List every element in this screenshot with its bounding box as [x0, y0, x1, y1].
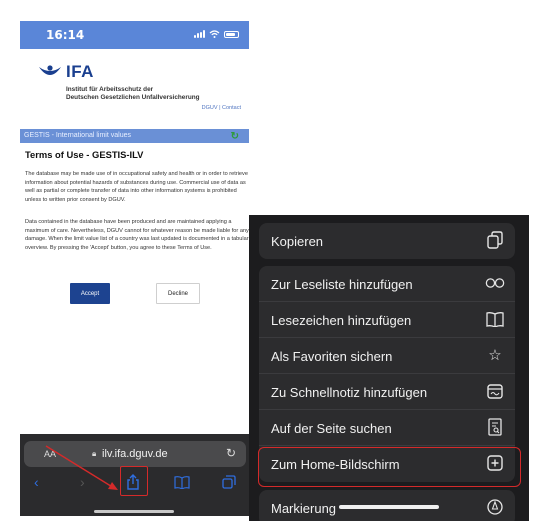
- gestis-bar-title: GESTIS - International limit values: [24, 132, 131, 139]
- menu-item-seite-suchen[interactable]: Auf der Seite suchen: [259, 410, 515, 446]
- status-icons: [194, 30, 239, 38]
- find-on-page-icon: [485, 417, 505, 437]
- menu-item-schnellnotiz[interactable]: Zu Schnellnotiz hinzufügen: [259, 374, 515, 410]
- ifa-header: IFA Institut für Arbeitsschutz der Deuts…: [20, 49, 249, 129]
- tabs-icon[interactable]: [222, 475, 236, 489]
- menu-item-kopieren[interactable]: Kopieren: [259, 223, 515, 259]
- decline-button[interactable]: Decline: [156, 283, 200, 304]
- ifa-brand: IFA: [66, 62, 94, 81]
- glasses-icon: [485, 273, 505, 293]
- terms-title: Terms of Use - GESTIS-ILV: [25, 149, 144, 160]
- reader-aa-button[interactable]: AA: [44, 449, 56, 459]
- signal-icon: [194, 30, 205, 38]
- menu-item-label: Als Favoriten sichern: [271, 349, 393, 364]
- forward-icon[interactable]: ›: [80, 474, 85, 490]
- menu-item-label: Lesezeichen hinzufügen: [271, 313, 412, 328]
- menu-item-label: Kopieren: [271, 234, 324, 249]
- address-bar[interactable]: AA 🔒︎ ilv.ifa.dguv.de ↻: [24, 441, 246, 467]
- menu-item-label: Zur Leseliste hinzufügen: [271, 277, 413, 292]
- share-group-copy: Kopieren: [259, 223, 515, 259]
- menu-item-label: Auf der Seite suchen: [271, 421, 392, 436]
- ifa-logo-icon: [39, 65, 61, 75]
- menu-item-leseliste[interactable]: Zur Leseliste hinzufügen: [259, 266, 515, 302]
- menu-item-lesezeichen[interactable]: Lesezeichen hinzufügen: [259, 302, 515, 338]
- star-icon: ☆: [488, 347, 502, 364]
- battery-icon: [224, 30, 239, 38]
- back-icon[interactable]: ‹: [34, 474, 39, 490]
- status-bar: 16:14: [20, 21, 249, 49]
- copy-icon: [485, 230, 505, 250]
- url-text: ilv.ifa.dguv.de: [102, 448, 168, 460]
- institute-line-2: Deutschen Gesetzlichen Unfallversicherun…: [66, 94, 200, 101]
- share-button-highlight: [120, 466, 148, 496]
- gestis-bar: GESTIS - International limit values ↻: [20, 129, 249, 143]
- refresh-icon[interactable]: ↻: [231, 131, 239, 142]
- book-icon: [485, 309, 505, 329]
- header-links[interactable]: DGUV | Contact: [202, 105, 241, 111]
- menu-item-label: Zu Schnellnotiz hinzufügen: [271, 385, 428, 400]
- home-indicator: [94, 510, 174, 513]
- left-phone-screen: 16:14 IFA Institut für Arbeitsschutz der…: [20, 21, 249, 516]
- bookmarks-icon[interactable]: [174, 476, 190, 489]
- reload-icon[interactable]: ↻: [226, 446, 236, 460]
- menu-item-favoriten[interactable]: Als Favoriten sichern ☆: [259, 338, 515, 374]
- menu-item-label: Markierung: [271, 501, 337, 516]
- accept-button[interactable]: Accept: [70, 283, 110, 304]
- status-time: 16:14: [46, 28, 85, 42]
- terms-paragraph-2: Data contained in the database have been…: [25, 219, 249, 251]
- quick-note-icon: [485, 381, 505, 401]
- wifi-icon: [209, 30, 220, 38]
- home-indicator: [339, 505, 439, 509]
- institute-line-1: Institut für Arbeitsschutz der: [66, 86, 154, 93]
- terms-paragraph-1: The database may be made use of in occup…: [25, 171, 248, 203]
- lock-icon: 🔒︎: [92, 449, 97, 458]
- home-screen-highlight: [258, 447, 521, 487]
- markup-icon: [485, 497, 505, 517]
